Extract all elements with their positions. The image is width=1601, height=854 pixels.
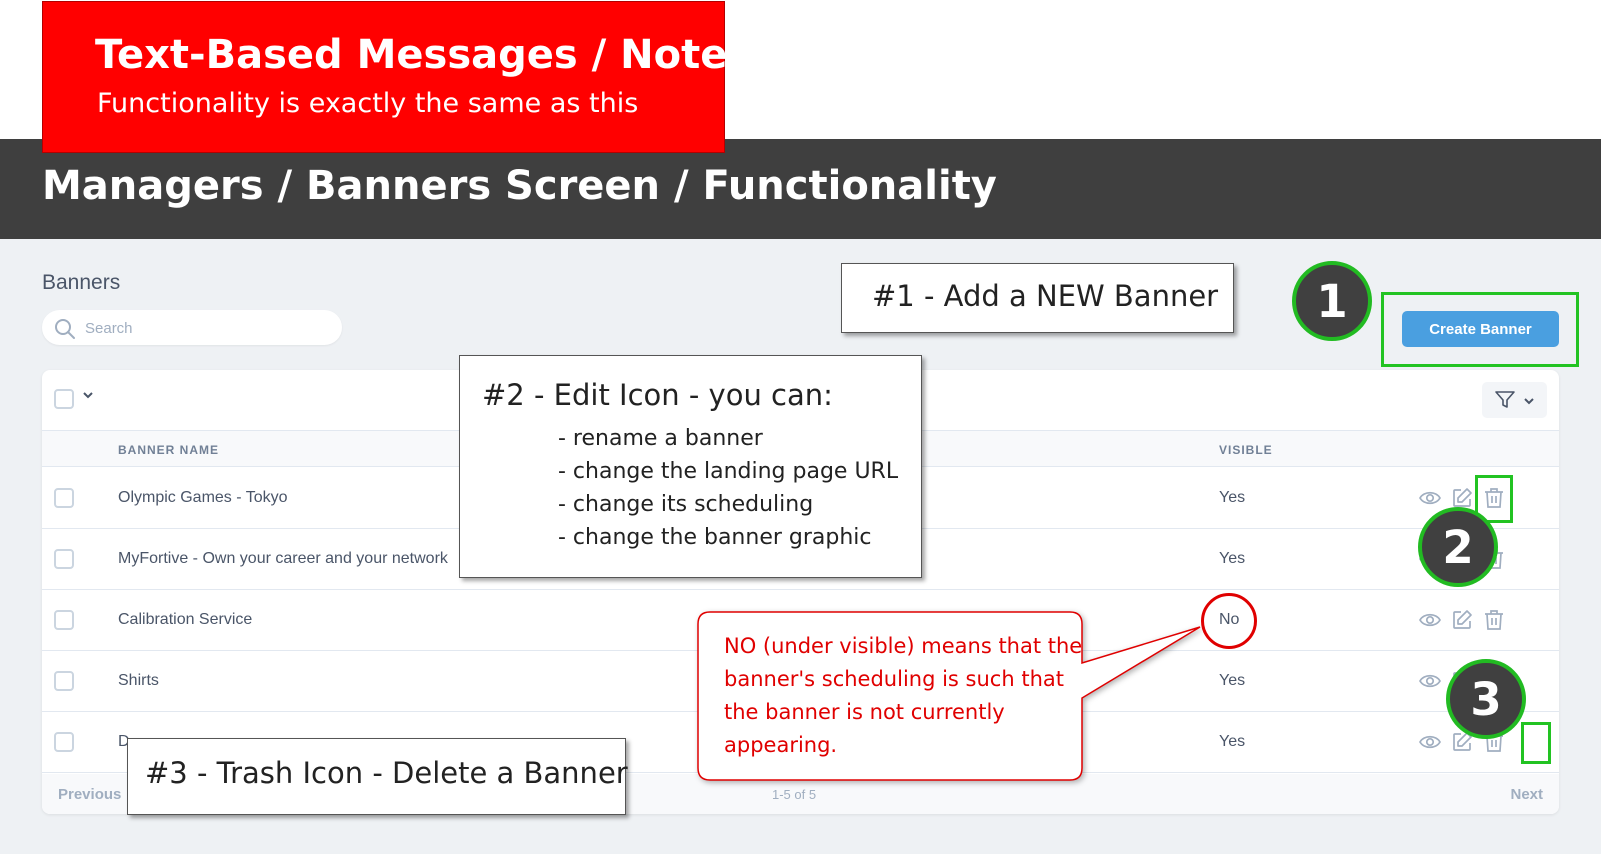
callout-edit-list: - rename a banner - change the landing p… [558, 422, 898, 554]
banner-visible: Yes [1219, 550, 1246, 567]
section-header-title: Managers / Banners Screen / Functionalit… [42, 163, 997, 209]
row-checkbox[interactable] [54, 549, 74, 569]
marker-2: 2 [1418, 507, 1498, 587]
banner-name[interactable]: Shirts [118, 672, 159, 690]
filter-icon [1495, 391, 1515, 408]
callout-add-banner-text: #1 - Add a NEW Banner [872, 279, 1219, 313]
trash-icon[interactable] [1482, 608, 1506, 632]
search-icon [55, 319, 75, 339]
marker-1: 1 [1292, 261, 1372, 341]
callout-edit-item: - change the landing page URL [558, 459, 899, 484]
callout-edit-item: - change the banner graphic [558, 525, 872, 550]
previous-page-button[interactable]: Previous [58, 786, 121, 803]
select-all-checkbox[interactable] [54, 389, 74, 409]
row-checkbox[interactable] [54, 488, 74, 508]
chevron-down-icon [1524, 398, 1534, 405]
row-checkbox[interactable] [54, 610, 74, 630]
eye-icon[interactable] [1418, 730, 1442, 754]
next-page-button[interactable]: Next [1510, 786, 1543, 803]
callout-add-banner: #1 - Add a NEW Banner [841, 263, 1234, 333]
callout-edit-item: - rename a banner [558, 426, 763, 451]
highlight-trash-icon [1521, 722, 1551, 764]
highlight-create-button [1381, 292, 1579, 367]
marker-3: 3 [1446, 659, 1526, 739]
row-checkbox[interactable] [54, 732, 74, 752]
callout-trash-icon: #3 - Trash Icon - Delete a Banner [127, 738, 628, 815]
banner-visible: Yes [1219, 489, 1246, 506]
annotation-header-title: Text-Based Messages / Notes [95, 32, 752, 78]
callout-edit-title: #2 - Edit Icon - you can: [482, 378, 833, 412]
banner-visible: Yes [1219, 733, 1246, 750]
banner-name[interactable]: Calibration Service [118, 611, 252, 629]
banner-name[interactable]: MyFortive - Own your career and your net… [118, 550, 448, 568]
edit-icon[interactable] [1450, 608, 1474, 632]
annotation-header-subtitle: Functionality is exactly the same as thi… [97, 88, 639, 119]
column-header-visible[interactable]: VISIBLE [1219, 443, 1273, 457]
row-checkbox[interactable] [54, 671, 74, 691]
annotation-header-banner: Text-Based Messages / Notes Functionalit… [42, 1, 751, 153]
search-input[interactable] [85, 316, 325, 340]
banner-name[interactable]: Olympic Games - Tokyo [118, 489, 288, 507]
banner-visible: Yes [1219, 672, 1246, 689]
search-box [42, 310, 342, 345]
pagination-count: 1-5 of 5 [772, 787, 817, 802]
callout-trash-text: #3 - Trash Icon - Delete a Banner [145, 756, 628, 790]
filter-button[interactable] [1482, 382, 1547, 418]
note-text: NO (under visible) means that the banner… [724, 634, 1083, 757]
page-title: Banners [42, 271, 121, 294]
column-header-banner-name[interactable]: BANNER NAME [118, 443, 219, 457]
eye-icon[interactable] [1418, 486, 1442, 510]
highlight-circle-visible-no [1201, 593, 1257, 649]
eye-icon[interactable] [1418, 669, 1442, 693]
callout-edit-icon: #2 - Edit Icon - you can: - rename a ban… [459, 355, 922, 578]
chevron-down-icon[interactable] [82, 389, 94, 401]
eye-icon[interactable] [1418, 608, 1442, 632]
callout-edit-item: - change its scheduling [558, 492, 814, 517]
